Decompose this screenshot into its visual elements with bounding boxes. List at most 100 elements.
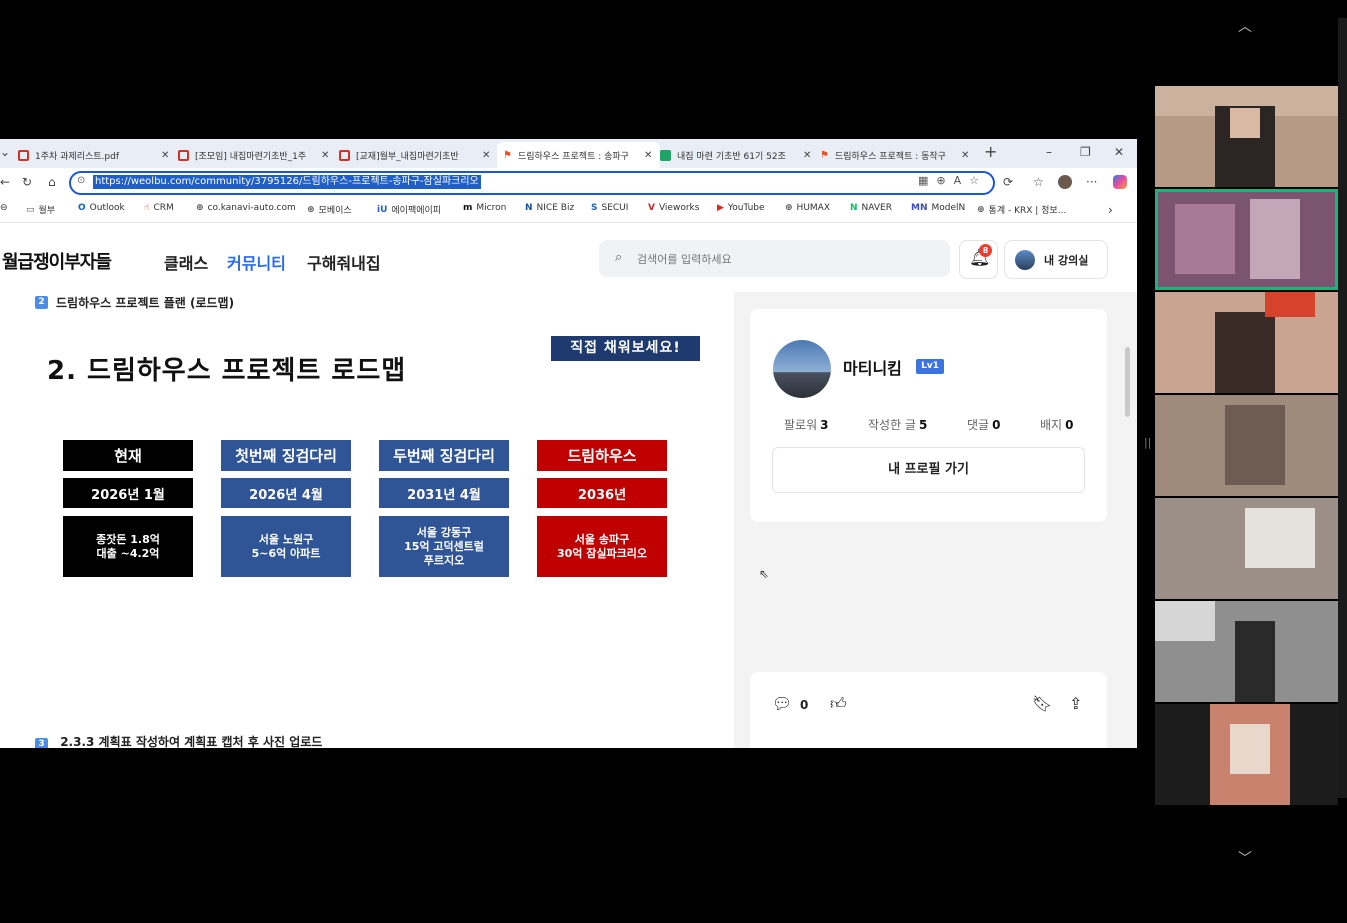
stat-comments[interactable]: 댓글 0 <box>967 416 1000 433</box>
url-text[interactable]: https://weolbu.com/community/3795126/드림하… <box>93 175 481 189</box>
tab-dreamhouse-songpa[interactable]: ⚑ 드림하우스 프로젝트 : 송파구 ✕ <box>497 142 660 168</box>
bookmark-sidebar-icon[interactable]: ⊖ <box>0 203 8 213</box>
roadmap-date: 2031년 4월 <box>379 478 509 508</box>
tab-group-pdf[interactable]: [조모임] 내집마련기초반_1주 ✕ <box>178 142 333 168</box>
home-icon[interactable]: ⌂ <box>48 175 56 189</box>
comment-icon[interactable]: 💬︎ <box>772 694 792 713</box>
bookmark-item[interactable]: N NAVER <box>850 203 892 213</box>
participant-video[interactable] <box>1155 704 1338 805</box>
tab-title: 1주차 과제리스트.pdf <box>35 151 120 162</box>
bookmark-item[interactable]: ⊕ co.kanavi-auto.com <box>196 203 296 213</box>
bookmark-item[interactable]: ⊕ 통계 - KRX | 정보... <box>977 203 1066 217</box>
participant-video-speaking[interactable] <box>1155 189 1338 290</box>
notification-button[interactable]: 🔔︎ 8 <box>959 240 998 279</box>
close-icon[interactable]: ✕ <box>961 150 969 161</box>
author-profile-card: 마티니킴 Lv1 팔로워 3 작성한 글5 댓글 0 배지 0 내 프로필 가기 <box>750 309 1107 522</box>
address-row: ← ↻ ⌂ ⊙ https://weolbu.com/community/379… <box>0 168 1137 196</box>
site-logo[interactable]: 월급쟁이부자들 <box>2 248 112 274</box>
go-to-profile-button[interactable]: 내 프로필 가기 <box>772 447 1085 493</box>
stat-followers[interactable]: 팔로워 3 <box>784 416 828 433</box>
my-lectures-button[interactable]: 내 강의실 <box>1004 240 1108 279</box>
participant-video[interactable] <box>1155 601 1338 702</box>
nav-class[interactable]: 클래스 <box>164 250 208 274</box>
bookmark-item[interactable]: ☝ CRM <box>144 203 174 213</box>
bookmark-icon[interactable]: 🔖︎ <box>1032 694 1052 713</box>
favorites-icon[interactable]: ☆ <box>1033 175 1044 189</box>
participant-video[interactable] <box>1155 292 1338 393</box>
section-number-badge: 3 <box>35 738 48 748</box>
extensions-icon[interactable]: ⟳ <box>1003 175 1013 189</box>
close-icon[interactable]: ✕ <box>161 150 169 161</box>
bookmark-item[interactable]: ▶ YouTube <box>717 203 765 213</box>
stat-value: 0 <box>992 418 1001 432</box>
profile-avatar[interactable] <box>1058 175 1072 189</box>
youtube-icon: ▶ <box>717 203 724 213</box>
bookmarks-overflow-icon[interactable]: › <box>1108 203 1113 217</box>
globe-icon: ⊕ <box>196 203 204 213</box>
close-icon[interactable]: ✕ <box>803 150 811 161</box>
tab-actions-icon[interactable]: ⌄ <box>0 145 10 159</box>
tab-textbook-pdf[interactable]: [교재]월부_내집마련기초반 ✕ <box>339 142 494 168</box>
stat-posts[interactable]: 작성한 글5 <box>868 416 927 433</box>
scroll-down-icon[interactable]: ﹀ <box>1238 848 1252 868</box>
nav-community[interactable]: 커뮤니티 <box>227 250 286 274</box>
bookmark-item[interactable]: m Micron <box>463 203 506 213</box>
back-icon[interactable]: ← <box>0 175 10 189</box>
bookmark-label: HUMAX <box>796 203 830 213</box>
close-icon[interactable]: ✕ <box>482 150 490 161</box>
tab-group-sheet[interactable]: 내집 마련 기초반 61기 52조 ✕ <box>660 142 815 168</box>
author-name[interactable]: 마티니킴 <box>843 355 902 379</box>
close-window-button[interactable]: ✕ <box>1114 145 1124 159</box>
more-icon[interactable]: ··· <box>1086 175 1097 189</box>
iu-icon: iU <box>377 204 388 215</box>
copilot-icon[interactable] <box>1113 175 1127 189</box>
reload-icon[interactable]: ↻ <box>22 175 32 189</box>
flag-icon: ⚑ <box>820 149 829 161</box>
close-icon[interactable]: ✕ <box>321 150 329 161</box>
share-icon[interactable]: ⇪ <box>1069 694 1082 713</box>
bookmark-label: Vieworks <box>658 203 700 213</box>
post-body: 2 드림하우스 프로젝트 플랜 (로드맵) 2. 드림하우스 프로젝트 로드맵 … <box>0 292 734 748</box>
bookmark-label: ModelN <box>931 203 966 213</box>
bookmark-item[interactable]: O Outlook <box>78 203 125 213</box>
section-number-badge: 2 <box>35 296 48 309</box>
scroll-up-icon[interactable]: ︿ <box>1238 16 1252 36</box>
bookmark-item[interactable]: ⊕ HUMAX <box>785 203 830 213</box>
address-actions-icon[interactable]: ▦⊕A☆ <box>918 174 987 187</box>
minimize-button[interactable]: – <box>1046 145 1052 159</box>
section-heading: 2 드림하우스 프로젝트 플랜 (로드맵) <box>35 294 234 311</box>
tab-pdf-assignment[interactable]: 1주차 과제리스트.pdf ✕ <box>18 142 173 168</box>
search-input[interactable] <box>635 248 939 270</box>
site-info-icon[interactable]: ⊙ <box>77 175 85 186</box>
participant-video[interactable] <box>1155 498 1338 599</box>
participant-video[interactable] <box>1155 86 1338 187</box>
bookmark-item[interactable]: ▭ 월부 <box>26 203 55 217</box>
roadmap-date: 2026년 1월 <box>63 478 193 508</box>
close-icon[interactable]: ✕ <box>644 150 652 161</box>
maximize-button[interactable]: ❐ <box>1080 145 1091 159</box>
stat-badges[interactable]: 배지 0 <box>1040 416 1073 433</box>
roadmap-date: 2036년 <box>537 478 667 508</box>
search-box[interactable]: ⌕ <box>599 240 950 277</box>
bookmark-item[interactable]: S SECUI <box>591 203 628 213</box>
stat-label: 작성한 글 <box>868 418 916 432</box>
page-scrollbar[interactable] <box>1125 347 1130 417</box>
notification-badge: 8 <box>979 244 992 257</box>
bookmark-item[interactable]: N NICE Biz <box>525 203 574 213</box>
bookmark-label: NICE Biz <box>536 203 575 213</box>
bookmark-label: Micron <box>476 203 507 213</box>
resize-grip[interactable]: || <box>1144 436 1151 449</box>
like-icon[interactable]: 👍︎ <box>830 694 847 714</box>
nav-find-home[interactable]: 구해줘내집 <box>307 250 381 274</box>
new-tab-button[interactable]: + <box>984 142 997 161</box>
tab-dreamhouse-dongjak[interactable]: ⚑ 드림하우스 프로젝트 : 동작구 ✕ <box>820 142 975 168</box>
bookmark-item[interactable]: MN ModelN <box>911 203 965 213</box>
site-header: 월급쟁이부자들 클래스 커뮤니티 구해줘내집 ⌕ 🔔︎ 8 내 강의실 <box>0 223 1137 292</box>
bookmark-item[interactable]: V Vieworks <box>648 203 699 213</box>
participant-video[interactable] <box>1155 395 1338 496</box>
author-avatar[interactable] <box>773 340 831 398</box>
address-bar[interactable]: ⊙ https://weolbu.com/community/3795126/드… <box>69 171 995 195</box>
stat-value: 0 <box>1065 418 1074 432</box>
bookmark-item[interactable]: ⊕ 모베이스 <box>307 203 352 217</box>
bookmark-item[interactable]: iU 에이팩에이피 <box>377 203 441 217</box>
